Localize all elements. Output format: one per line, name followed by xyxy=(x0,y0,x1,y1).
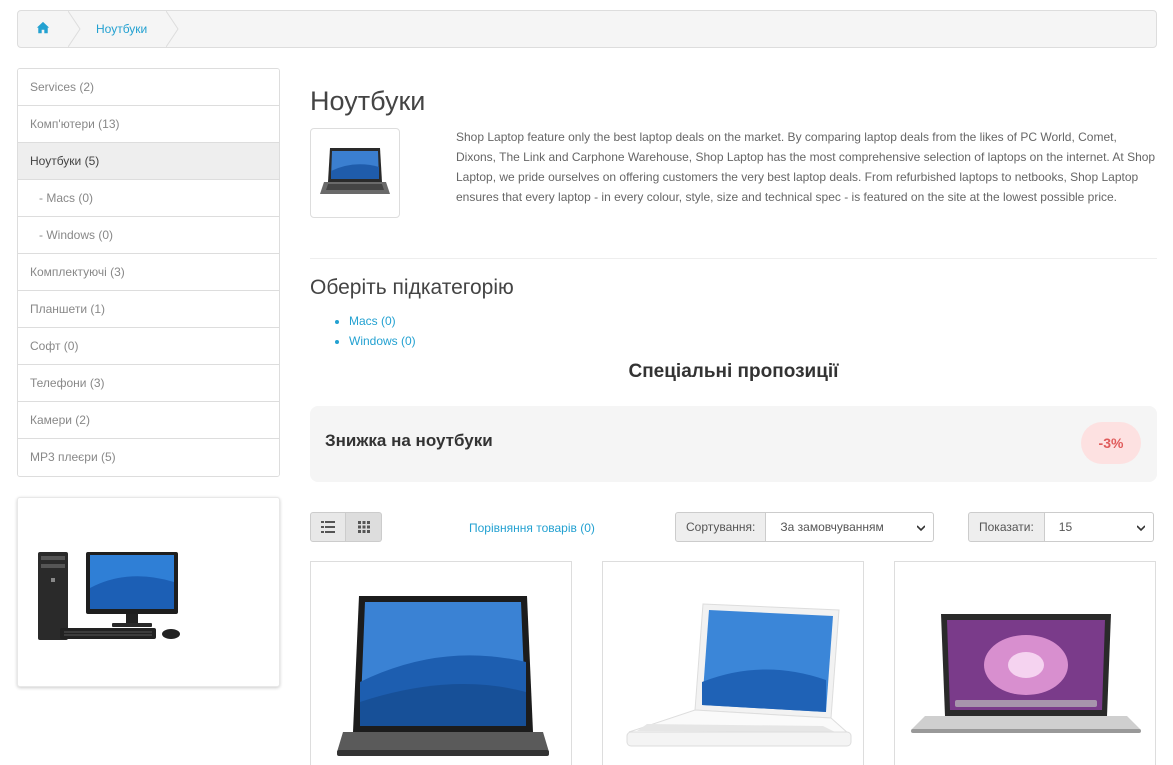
sidebar-item-components[interactable]: Комплектуючі (3) xyxy=(18,254,279,291)
divider xyxy=(310,258,1157,259)
laptop-thumbnail-image xyxy=(320,148,390,194)
sidebar-item-macs[interactable]: - Macs (0) xyxy=(18,180,279,217)
subcategory-link-windows[interactable]: Windows (0) xyxy=(349,334,416,348)
limit-select[interactable]: 15 xyxy=(1044,512,1154,542)
sidebar: Services (2) Комп'ютери (13) Ноутбуки (5… xyxy=(17,68,280,687)
list-view-button[interactable] xyxy=(310,512,346,542)
product-compare-link[interactable]: Порівняння товарів (0) xyxy=(469,521,595,535)
category-thumbnail[interactable] xyxy=(310,128,400,218)
breadcrumb-current[interactable]: Ноутбуки xyxy=(68,11,171,47)
breadcrumb: Ноутбуки xyxy=(17,10,1157,48)
category-description: Shop Laptop feature only the best laptop… xyxy=(456,130,1156,204)
view-toggle xyxy=(310,512,382,542)
sort-control: Сортування: За замовчуванням xyxy=(675,512,935,542)
breadcrumb-separator xyxy=(166,11,179,47)
subcategory-item: Macs (0) xyxy=(349,311,416,331)
grid-icon xyxy=(357,521,370,533)
laptop-white-image xyxy=(626,603,852,747)
product-card[interactable] xyxy=(894,561,1156,765)
list-icon xyxy=(321,521,335,533)
subcategory-list: Macs (0) Windows (0) xyxy=(349,311,416,351)
subcategory-item: Windows (0) xyxy=(349,331,416,351)
laptop-black-image xyxy=(337,596,549,756)
sidebar-item-computers[interactable]: Комп'ютери (13) xyxy=(18,106,279,143)
limit-control: Показати: 15 xyxy=(968,512,1154,542)
product-card[interactable] xyxy=(602,561,864,765)
sidebar-item-phones[interactable]: Телефони (3) xyxy=(18,365,279,402)
sort-label: Сортування: xyxy=(675,512,767,542)
category-list: Services (2) Комп'ютери (13) Ноутбуки (5… xyxy=(17,68,280,477)
product-card[interactable] xyxy=(310,561,572,765)
sort-select[interactable]: За замовчуванням xyxy=(766,512,935,542)
sidebar-item-mp3[interactable]: MP3 плеєри (5) xyxy=(18,439,279,476)
sidebar-item-services[interactable]: Services (2) xyxy=(18,69,279,106)
limit-label: Показати: xyxy=(968,512,1045,542)
promo-banner[interactable]: Знижка на ноутбуки -3% xyxy=(310,406,1157,482)
subcategory-heading: Оберіть підкатегорію xyxy=(310,276,514,299)
sidebar-item-laptops[interactable]: Ноутбуки (5) xyxy=(18,143,279,180)
sort-select-value: За замовчуванням xyxy=(780,520,884,534)
desktop-computer-image xyxy=(38,552,180,640)
discount-badge: -3% xyxy=(1081,422,1141,464)
promo-title: Знижка на ноутбуки xyxy=(325,431,493,450)
sidebar-item-cameras[interactable]: Камери (2) xyxy=(18,402,279,439)
sidebar-item-tablets[interactable]: Планшети (1) xyxy=(18,291,279,328)
limit-select-value: 15 xyxy=(1058,520,1073,534)
chevron-down-icon xyxy=(1136,525,1145,532)
breadcrumb-home[interactable] xyxy=(18,11,68,47)
sidebar-item-software[interactable]: Софт (0) xyxy=(18,328,279,365)
sidebar-banner[interactable] xyxy=(17,497,280,687)
grid-view-button[interactable] xyxy=(346,512,382,542)
subcategory-link-macs[interactable]: Macs (0) xyxy=(349,314,396,328)
home-icon xyxy=(36,21,50,38)
chevron-down-icon xyxy=(917,525,926,532)
page-title: Ноутбуки xyxy=(310,86,426,116)
specials-heading: Спеціальні пропозиції xyxy=(628,361,839,382)
sidebar-item-windows[interactable]: - Windows (0) xyxy=(18,217,279,254)
laptop-silver-image xyxy=(911,614,1141,733)
